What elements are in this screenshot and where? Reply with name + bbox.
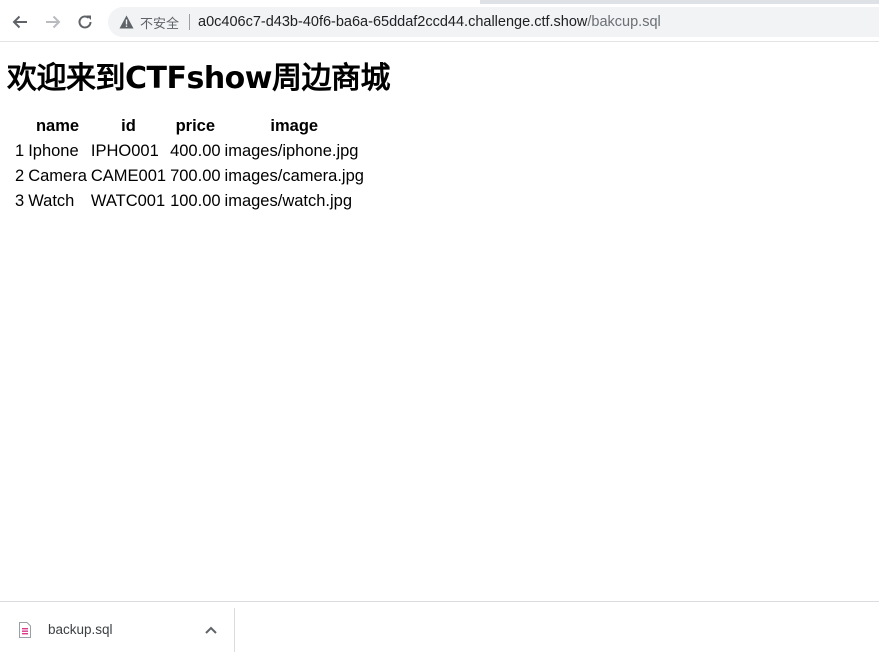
url-host[interactable]: a0c406c7-d43b-40f6-ba6a-65ddaf2ccd44.cha… xyxy=(198,14,587,30)
reload-icon xyxy=(76,13,94,31)
download-file-name[interactable]: backup.sql xyxy=(48,622,113,637)
document-icon xyxy=(19,622,31,643)
cell-image: images/iphone.jpg xyxy=(224,142,359,160)
cell-id: IPHO001 xyxy=(90,142,159,160)
chevron-up-icon[interactable] xyxy=(203,622,219,638)
column-header-id: id xyxy=(121,117,136,135)
url-path[interactable]: /bakcup.sql xyxy=(587,14,660,30)
arrow-left-icon xyxy=(11,13,29,31)
arrow-right-icon xyxy=(44,13,62,31)
column-header-image: image xyxy=(270,117,319,135)
table-row: 2 Camera CAME001 700.00 images/camera.jp… xyxy=(14,165,365,188)
table-row: 3 Watch WATC001 100.00 images/watch.jpg xyxy=(14,190,365,213)
forward-button[interactable] xyxy=(41,10,65,34)
cell-name: Watch xyxy=(28,192,75,210)
browser-toolbar: 不安全 a0c406c7-d43b-40f6-ba6a-65ddaf2ccd44… xyxy=(0,4,879,42)
cell-image: images/watch.jpg xyxy=(224,192,353,210)
table-row: 1 Iphone IPHO001 400.00 images/iphone.jp… xyxy=(14,140,365,163)
cell-index: 3 xyxy=(15,192,25,210)
products-table: name id price image 1 Iphone IPHO001 400… xyxy=(12,113,367,215)
cell-price: 400.00 xyxy=(170,142,221,160)
page-title: 欢迎来到CTFshow周边商城 xyxy=(7,61,391,96)
cell-name: Camera xyxy=(28,167,87,185)
cell-id: CAME001 xyxy=(90,167,167,185)
cell-price: 100.00 xyxy=(170,192,221,210)
security-status-label[interactable]: 不安全 xyxy=(140,13,179,32)
download-bar: backup.sql xyxy=(0,601,879,655)
cell-image: images/camera.jpg xyxy=(224,167,364,185)
table-header-row: name id price image xyxy=(14,115,365,138)
back-button[interactable] xyxy=(8,10,32,34)
download-item[interactable]: backup.sql xyxy=(0,608,235,652)
cell-price: 700.00 xyxy=(170,167,221,185)
cell-name: Iphone xyxy=(28,142,79,160)
reload-button[interactable] xyxy=(73,10,97,34)
column-header-index xyxy=(14,115,25,138)
cell-id: WATC001 xyxy=(90,192,166,210)
warning-triangle-icon[interactable] xyxy=(118,14,134,30)
cell-index: 1 xyxy=(15,142,25,160)
cell-index: 2 xyxy=(15,167,25,185)
column-header-name: name xyxy=(35,117,80,135)
address-bar[interactable]: 不安全 a0c406c7-d43b-40f6-ba6a-65ddaf2ccd44… xyxy=(108,7,879,37)
column-header-price: price xyxy=(175,117,216,135)
omnibox-divider xyxy=(189,14,191,30)
